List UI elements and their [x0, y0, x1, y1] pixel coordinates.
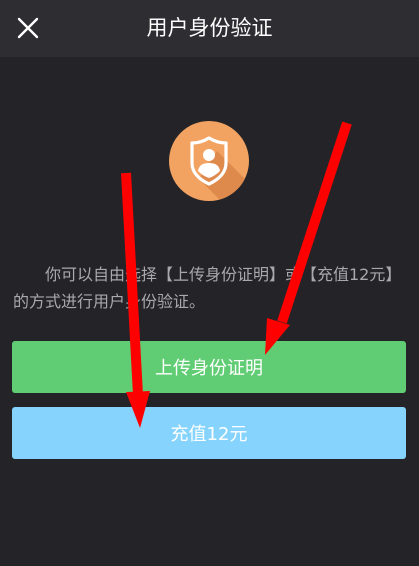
page-title: 用户身份验证: [146, 16, 273, 40]
identity-badge: [169, 121, 249, 201]
annotation-arrow-right: [265, 121, 352, 355]
description-text: 你可以自由选择【上传身份证明】或【充值12元】的方式进行用户身份验证。: [13, 265, 402, 311]
recharge-button[interactable]: 充值12元: [12, 407, 406, 459]
upload-id-proof-button[interactable]: 上传身份证明: [12, 341, 406, 393]
shield-user-icon: [169, 121, 249, 201]
app-header: 用户身份验证: [0, 0, 419, 57]
